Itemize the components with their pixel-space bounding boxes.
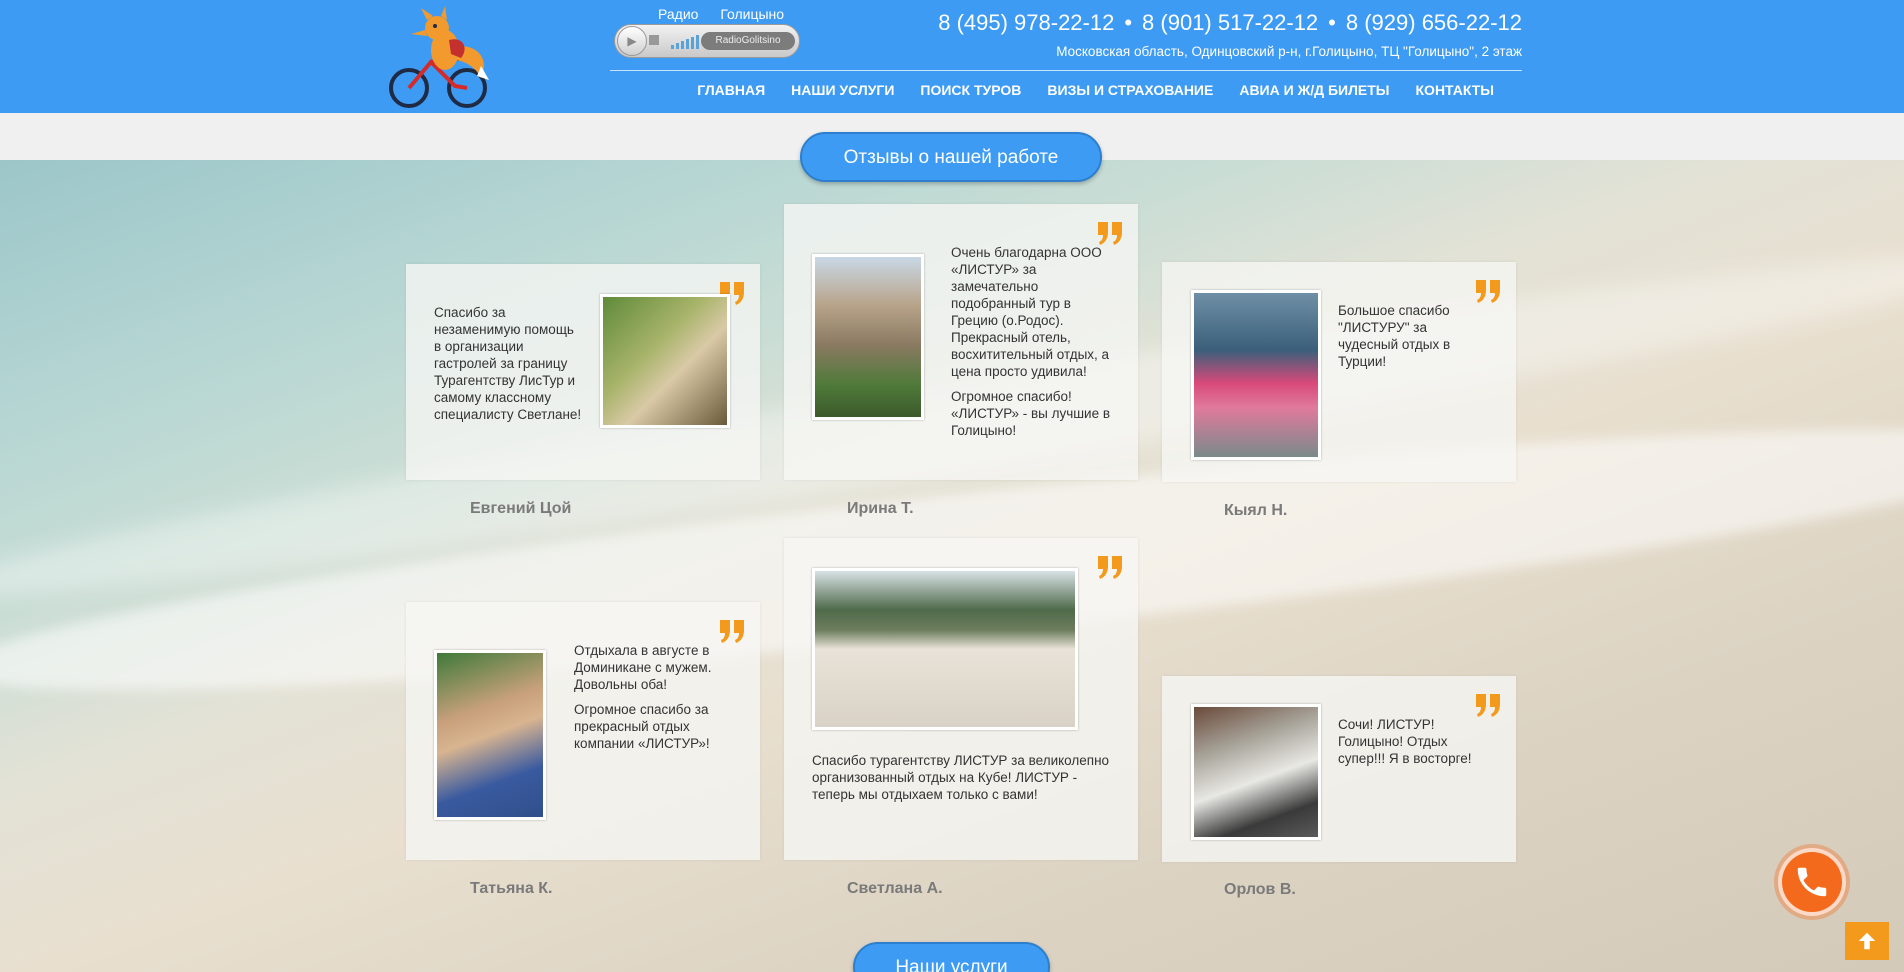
review-photo <box>1191 704 1321 840</box>
phone-numbers: 8 (495) 978-22-12 • 8 (901) 517-22-12 • 8 (9… <box>938 10 1522 36</box>
fox-on-bicycle-logo[interactable] <box>385 6 503 110</box>
nav-visas[interactable]: ВИЗЫ И СТРАХОВАНИЕ <box>1047 70 1213 110</box>
radio-player: ▶ RadioGolitsino <box>614 24 800 58</box>
review-card: Очень благодарна ООО «ЛИСТУР» за замечат… <box>784 204 1138 480</box>
review-text: Очень благодарна ООО «ЛИСТУР» за замечат… <box>951 245 1111 438</box>
stop-icon[interactable] <box>649 35 659 45</box>
review-photo <box>434 650 546 820</box>
reviewer-name: Ирина Т. <box>847 500 914 517</box>
arrow-up-icon <box>1858 932 1876 950</box>
phone-separator: • <box>1328 10 1336 35</box>
scroll-to-top-button[interactable] <box>1845 922 1889 960</box>
nav-home[interactable]: ГЛАВНАЯ <box>697 70 765 110</box>
nav-tickets[interactable]: АВИА И Ж/Д БИЛЕТЫ <box>1239 70 1389 110</box>
review-photo <box>600 294 730 428</box>
nav-services[interactable]: НАШИ УСЛУГИ <box>791 70 894 110</box>
phone-number[interactable]: 8 (495) 978-22-12 <box>938 10 1114 35</box>
quote-icon <box>1476 280 1500 303</box>
review-photo <box>1191 290 1321 460</box>
review-card: Спасибо за незаменимую помощь в организа… <box>406 264 760 480</box>
review-photo <box>812 568 1078 730</box>
main-nav: ГЛАВНАЯ НАШИ УСЛУГИ ПОИСК ТУРОВ ВИЗЫ И С… <box>610 70 1522 110</box>
site-header: Радио Голицыно ▶ RadioGolitsino 8 (495) … <box>0 0 1904 113</box>
play-icon[interactable]: ▶ <box>617 26 647 56</box>
review-text: Спасибо за незаменимую помощь в организа… <box>434 305 582 422</box>
reviewer-name: Татьяна К. <box>470 880 553 897</box>
review-card: Большое спасибо "ЛИСТУРУ" за чудесный от… <box>1162 262 1516 482</box>
review-card: Сочи! ЛИСТУР! Голицыно! Отдых супер!!! Я… <box>1162 676 1516 862</box>
review-photo <box>812 254 924 420</box>
review-text: Отдыхала в августе в Доминикане с мужем.… <box>574 643 712 751</box>
phone-icon <box>1797 867 1827 897</box>
quote-icon <box>1098 556 1122 579</box>
quote-icon <box>720 620 744 643</box>
radio-widget: Радио Голицыно ▶ RadioGolitsino <box>612 6 802 58</box>
radio-label: Радио <box>658 6 699 22</box>
nav-tour-search[interactable]: ПОИСК ТУРОВ <box>920 70 1021 110</box>
quote-icon <box>1476 694 1500 717</box>
phone-number[interactable]: 8 (901) 517-22-12 <box>1142 10 1318 35</box>
volume-icon[interactable] <box>665 33 705 49</box>
reviews-title: Отзывы о нашей работе <box>800 132 1102 182</box>
reviewer-name: Орлов В. <box>1224 881 1296 898</box>
services-title: Наши услуги <box>853 942 1050 972</box>
address: Московская область, Одинцовский р-н, г.Г… <box>1056 44 1522 59</box>
review-text: Сочи! ЛИСТУР! Голицыно! Отдых супер!!! Я… <box>1338 717 1472 766</box>
radio-station-name: RadioGolitsino <box>701 32 795 50</box>
reviewer-name: Евгений Цой <box>470 500 572 517</box>
reviewer-name: Кыял Н. <box>1224 502 1288 519</box>
review-text: Спасибо турагентству ЛИСТУР за великолеп… <box>812 753 1110 802</box>
radio-city-label: Голицыно <box>720 6 785 22</box>
phone-number[interactable]: 8 (929) 656-22-12 <box>1346 10 1522 35</box>
reviewer-name: Светлана А. <box>847 880 943 897</box>
phone-separator: • <box>1124 10 1133 35</box>
quote-icon <box>1098 222 1122 245</box>
review-card: Спасибо турагентству ЛИСТУР за великолеп… <box>784 538 1138 860</box>
review-card: Отдыхала в августе в Доминикане с мужем.… <box>406 602 760 860</box>
call-button[interactable] <box>1778 848 1846 916</box>
review-text: Большое спасибо "ЛИСТУРУ" за чудесный от… <box>1338 303 1451 369</box>
nav-contacts[interactable]: КОНТАКТЫ <box>1416 70 1494 110</box>
